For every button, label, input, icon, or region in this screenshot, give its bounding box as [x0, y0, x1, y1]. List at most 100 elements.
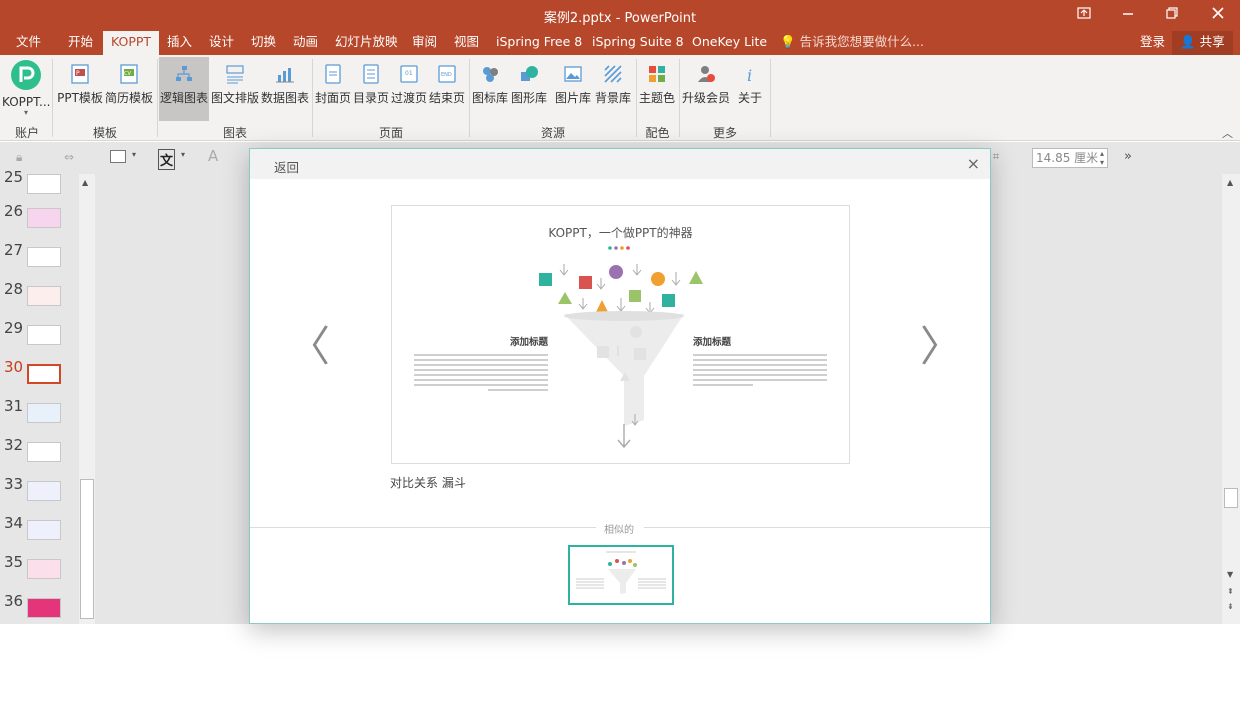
similar-thumbnail-image [570, 547, 672, 603]
thumbnail-scrollbar[interactable]: ▲ [79, 174, 95, 624]
theme-color-button[interactable]: 主题色 [637, 57, 677, 121]
tab-slideshow[interactable]: 幻灯片放映 [327, 31, 406, 55]
upgrade-member-button[interactable]: 升级会员 [681, 57, 731, 121]
crop-icon[interactable]: ⌗ [993, 150, 999, 164]
about-button[interactable]: i 关于 [733, 57, 767, 121]
previous-arrow-icon[interactable]: 〈 [288, 313, 330, 374]
logic-chart-icon [176, 66, 192, 81]
thumbnail-item[interactable]: 34 [0, 514, 80, 544]
thumbnail-item[interactable]: 28 [0, 280, 80, 310]
group-separator [312, 59, 313, 137]
ribbon-tab-bar: 文件 开始 KOPPT 插入 设计 切换 动画 幻灯片放映 审阅 视图 iSpr… [0, 31, 1240, 55]
end-page-label: 结束页 [428, 91, 465, 105]
preview-right-heading: 添加标题 [693, 337, 732, 348]
group-separator [52, 59, 53, 137]
textbox-icon[interactable] [110, 150, 126, 163]
thumbnail-item[interactable]: 32 [0, 436, 80, 466]
share-button[interactable]: 👤 共享 [1172, 31, 1233, 55]
info-icon: i [747, 66, 752, 85]
scrollbar-thumb[interactable] [80, 479, 94, 619]
thumbnail-image [27, 442, 61, 462]
text-direction-button[interactable]: 文 [158, 149, 176, 170]
login-link[interactable]: 登录 [1132, 31, 1173, 55]
text-image-layout-button[interactable]: 图文排版 [210, 57, 260, 121]
restore-icon [1166, 7, 1178, 19]
thumbnail-item[interactable]: 27 [0, 241, 80, 271]
previous-slide-icon[interactable]: ⇞ [1227, 587, 1234, 596]
tell-me-search[interactable]: 💡 告诉我您想要做什么... [772, 31, 932, 55]
lock-icon[interactable]: 🔒︎ [16, 150, 22, 165]
thumbnail-item[interactable]: 33 [0, 475, 80, 505]
end-page-button[interactable]: END 结束页 [428, 57, 466, 121]
tab-ispring-free[interactable]: iSpring Free 8 [488, 31, 590, 55]
collapse-ribbon-icon[interactable]: ︿ [1222, 125, 1233, 141]
dropdown-arrow-icon[interactable]: ▾ [181, 150, 185, 159]
shape-library-button[interactable]: 图形库 [509, 57, 549, 121]
tab-animations[interactable]: 动画 [285, 31, 326, 55]
svg-text:01: 01 [405, 70, 413, 77]
thumbnail-image [27, 325, 61, 345]
thumbnail-item[interactable]: 25 [0, 168, 80, 198]
thumbnail-item[interactable]: 31 [0, 397, 80, 427]
tab-view[interactable]: 视图 [446, 31, 487, 55]
dropdown-arrow-icon[interactable]: ▾ [132, 150, 136, 159]
dialog-close-button[interactable]: × [967, 154, 980, 173]
width-input[interactable]: 14.85 厘米 ▴ ▾ [1032, 148, 1108, 168]
tab-transitions[interactable]: 切换 [243, 31, 284, 55]
cover-page-icon [325, 64, 341, 84]
tab-home[interactable]: 开始 [60, 31, 101, 55]
scroll-up-icon[interactable]: ▲ [82, 178, 88, 187]
tab-file[interactable]: 文件 [8, 31, 49, 55]
tab-design[interactable]: 设计 [201, 31, 242, 55]
next-arrow-icon[interactable]: 〉 [920, 313, 962, 374]
minimize-button[interactable] [1106, 0, 1150, 31]
template-caption: 对比关系 漏斗 [390, 476, 466, 490]
thumbnail-item[interactable]: 29 [0, 319, 80, 349]
ribbon-display-options-button[interactable] [1062, 0, 1106, 31]
template-preview-dialog: 返回 × 〈 〉 KOPPT，一个做PPT的神器 添加标题 添加标题 对比关系 … [249, 148, 991, 624]
tab-ispring-suite[interactable]: iSpring Suite 8 [584, 31, 692, 55]
dialog-header: 返回 × [250, 149, 990, 179]
koppt-account-button[interactable]: KOPPT... ▾ [2, 57, 50, 121]
scroll-down-icon[interactable]: ▼ [1227, 570, 1233, 579]
close-button[interactable] [1196, 0, 1240, 31]
more-options-icon[interactable]: » [1124, 149, 1132, 164]
scroll-up-icon[interactable]: ▲ [1227, 178, 1233, 187]
thumbnail-item[interactable]: 36 [0, 592, 80, 622]
background-library-button[interactable]: 背景库 [593, 57, 633, 121]
logic-chart-button[interactable]: 逻辑图表 [159, 57, 209, 121]
toc-page-button[interactable]: 目录页 [352, 57, 390, 121]
ribbon: KOPPT... ▾ P PPT模板 CV 简历模板 逻辑图表 图文排版 数据图… [0, 55, 1240, 141]
thumbnail-number: 27 [4, 241, 24, 259]
thumbnail-item[interactable]: 35 [0, 553, 80, 583]
next-slide-icon[interactable]: ⇟ [1227, 602, 1234, 611]
align-icon[interactable]: ⇔ [64, 150, 74, 164]
thumbnail-number: 28 [4, 280, 24, 298]
thumbnail-item-current[interactable]: 30 [0, 358, 80, 388]
scrollbar-thumb[interactable] [1224, 488, 1238, 508]
ppt-template-button[interactable]: P PPT模板 [56, 57, 104, 121]
image-library-button[interactable]: 图片库 [553, 57, 593, 121]
thumbnail-image [27, 247, 61, 267]
tab-review[interactable]: 审阅 [404, 31, 445, 55]
preview-left-text-placeholder [414, 351, 548, 419]
tab-onekey-lite[interactable]: OneKey Lite [684, 31, 775, 55]
tell-me-text: 告诉我您想要做什么... [799, 34, 924, 49]
data-chart-button[interactable]: 数据图表 [260, 57, 310, 121]
cover-page-button[interactable]: 封面页 [314, 57, 352, 121]
back-link[interactable]: 返回 [274, 157, 299, 176]
thumbnail-item[interactable]: 26 [0, 202, 80, 232]
resume-template-button[interactable]: CV 简历模板 [104, 57, 154, 121]
tab-insert[interactable]: 插入 [159, 31, 200, 55]
maximize-button[interactable] [1150, 0, 1194, 31]
logic-chart-label: 逻辑图表 [159, 91, 208, 105]
icon-library-button[interactable]: 图标库 [471, 57, 509, 121]
thumbnail-number: 29 [4, 319, 24, 337]
similar-template-thumbnail[interactable] [568, 545, 674, 605]
vertical-scrollbar[interactable]: ▲ ▼ ⇞ ⇟ [1222, 174, 1240, 624]
transition-page-button[interactable]: 01 过渡页 [390, 57, 428, 121]
template-preview-slide[interactable]: KOPPT，一个做PPT的神器 添加标题 添加标题 [391, 205, 850, 464]
font-color-button[interactable]: A [208, 147, 218, 165]
tab-koppt[interactable]: KOPPT [103, 31, 160, 55]
spinner-icon[interactable]: ▴ ▾ [1100, 149, 1104, 167]
